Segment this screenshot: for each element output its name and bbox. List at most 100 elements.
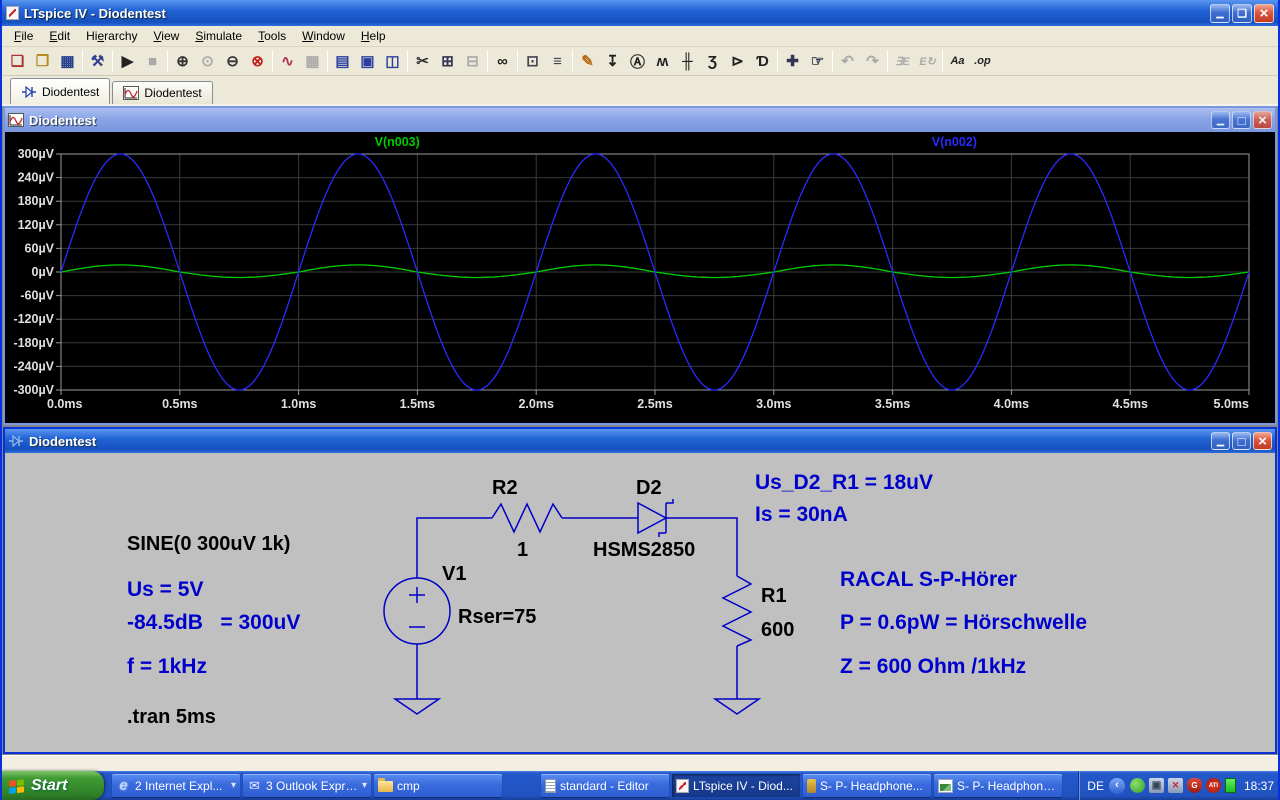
task-ltspice[interactable]: LTspice IV - Diod... — [672, 774, 800, 797]
task-internet-explorer[interactable]: 2 Internet Expl... — [112, 774, 240, 797]
annotation-impedance[interactable]: Z = 600 Ohm /1kHz — [840, 655, 1026, 679]
label-r2-value[interactable]: 1 — [517, 539, 528, 562]
network-disconnected-tray-icon[interactable] — [1168, 778, 1183, 793]
find-icon[interactable]: ∞ — [490, 49, 515, 73]
print-icon[interactable]: ≡ — [545, 49, 570, 73]
v1-voltage-source[interactable] — [384, 578, 450, 644]
annotation-freq[interactable]: f = 1kHz — [127, 655, 207, 679]
r1-resistor[interactable] — [723, 576, 751, 646]
menu-tools[interactable]: Tools — [250, 27, 294, 45]
tab-bar: Diodentest Diodentest — [2, 76, 1278, 106]
waveform-close-button[interactable] — [1253, 111, 1272, 129]
close-button[interactable] — [1254, 4, 1274, 23]
label-r1[interactable]: R1 — [761, 585, 787, 608]
language-indicator[interactable]: DE — [1087, 779, 1104, 793]
control-panel-hammer-icon[interactable]: ⚒ — [85, 49, 110, 73]
menu-view[interactable]: View — [146, 27, 188, 45]
spice-directive-icon[interactable]: .op — [970, 49, 995, 73]
battery-tray-icon[interactable] — [1225, 778, 1236, 793]
network-tray-icon[interactable] — [1149, 778, 1164, 793]
label-sine-params[interactable]: SINE(0 300uV 1k) — [127, 533, 290, 556]
run-simulation-icon[interactable]: ▶ — [115, 49, 140, 73]
save-icon[interactable]: ▦ — [55, 49, 80, 73]
annotation-us[interactable]: Us = 5V — [127, 578, 203, 602]
antivirus-tray-icon[interactable] — [1130, 778, 1145, 793]
place-capacitor-icon[interactable]: ╫ — [675, 49, 700, 73]
zoom-full-extents-icon[interactable]: ⊗ — [245, 49, 270, 73]
print-preview-icon[interactable]: ⊡ — [520, 49, 545, 73]
tab-schematic-diodentest[interactable]: Diodentest — [10, 78, 110, 104]
svg-text:3.0ms: 3.0ms — [756, 397, 791, 411]
place-inductor-icon[interactable]: Ʒ — [700, 49, 725, 73]
net-label-icon[interactable]: Ⓐ — [625, 49, 650, 73]
start-button[interactable]: Start — [0, 771, 104, 800]
task-cmp-folder[interactable]: cmp — [374, 774, 502, 797]
ground-symbol-r1[interactable] — [715, 699, 759, 714]
zoom-in-icon[interactable]: ⊕ — [170, 49, 195, 73]
zoom-back-icon[interactable]: ⊙ — [195, 49, 220, 73]
label-r2[interactable]: R2 — [492, 477, 518, 500]
show-hidden-icons-chevron[interactable] — [1109, 778, 1125, 794]
annotation-db[interactable]: -84.5dB = 300uV — [127, 611, 300, 635]
label-r1-value[interactable]: 600 — [761, 619, 794, 642]
cascade-windows-icon[interactable]: ▣ — [355, 49, 380, 73]
arrange-windows-icon[interactable]: ◫ — [380, 49, 405, 73]
task-headphone-1[interactable]: S- P- Headphone... — [803, 774, 931, 797]
paste-icon[interactable]: ⊟ — [460, 49, 485, 73]
ground-symbol-v1[interactable] — [395, 699, 439, 714]
menu-file[interactable]: File — [6, 27, 41, 45]
task-headphone-2[interactable]: S- P- Headphone... — [934, 774, 1062, 797]
plot-settings-icon[interactable]: ▦ — [300, 49, 325, 73]
copy-icon[interactable]: ⊞ — [435, 49, 460, 73]
halt-simulation-icon[interactable]: ■ — [140, 49, 165, 73]
waveform-maximize-button[interactable] — [1232, 111, 1251, 129]
tab-waveform-diodentest[interactable]: Diodentest — [112, 81, 212, 104]
open-file-icon[interactable]: ❐ — [30, 49, 55, 73]
menu-edit[interactable]: Edit — [41, 27, 78, 45]
menu-hierarchy[interactable]: Hierarchy — [78, 27, 145, 45]
label-d2[interactable]: D2 — [636, 477, 662, 500]
toolbar: ❏❐▦⚒▶■⊕⊙⊖⊗∿▦▤▣◫✂⊞⊟∞⊡≡✎↧Ⓐʍ╫Ʒ⊳Ɗ✚☞↶↷∃EE↻Aa.… — [2, 47, 1278, 76]
rotate-icon[interactable]: E↻ — [915, 49, 940, 73]
label-tran-directive[interactable]: .tran 5ms — [127, 706, 216, 729]
drag-icon[interactable]: ☞ — [805, 49, 830, 73]
redo-icon[interactable]: ↷ — [860, 49, 885, 73]
place-diode-icon[interactable]: ⊳ — [725, 49, 750, 73]
place-resistor-icon[interactable]: ʍ — [650, 49, 675, 73]
schematic-minimize-button[interactable] — [1211, 432, 1230, 450]
annotation-is[interactable]: Is = 30nA — [755, 503, 848, 527]
autorange-plot-icon[interactable]: ∿ — [275, 49, 300, 73]
task-outlook-express[interactable]: 3 Outlook Express — [243, 774, 371, 797]
draw-wire-icon[interactable]: ✎ — [575, 49, 600, 73]
menu-window[interactable]: Window — [294, 27, 353, 45]
waveform-minimize-button[interactable] — [1211, 111, 1230, 129]
menu-simulate[interactable]: Simulate — [187, 27, 250, 45]
label-d2-value[interactable]: HSMS2850 — [593, 539, 695, 562]
schematic-maximize-button[interactable] — [1232, 432, 1251, 450]
r2-resistor[interactable] — [492, 504, 562, 532]
cut-icon[interactable]: ✂ — [410, 49, 435, 73]
annotation-us-d2-r1[interactable]: Us_D2_R1 = 18uV — [755, 471, 933, 495]
minimize-button[interactable] — [1210, 4, 1230, 23]
restore-button[interactable] — [1232, 4, 1252, 23]
waveform-plot[interactable]: 300µV240µV180µV120µV60µV0µV-60µV-120µV-1… — [5, 132, 1275, 423]
gdata-shield-tray-icon[interactable]: G — [1187, 778, 1202, 793]
annotation-power[interactable]: P = 0.6pW = Hörschwelle — [840, 611, 1087, 635]
label-v1[interactable]: V1 — [442, 563, 466, 586]
add-text-icon[interactable]: Aa — [945, 49, 970, 73]
mirror-icon[interactable]: ∃E — [890, 49, 915, 73]
schematic-close-button[interactable] — [1253, 432, 1272, 450]
place-ground-icon[interactable]: ↧ — [600, 49, 625, 73]
ati-tray-icon[interactable]: ATI — [1206, 778, 1221, 793]
zoom-out-icon[interactable]: ⊖ — [220, 49, 245, 73]
annotation-racal[interactable]: RACAL S-P-Hörer — [840, 568, 1017, 592]
tile-windows-icon[interactable]: ▤ — [330, 49, 355, 73]
place-component-icon[interactable]: Ɗ — [750, 49, 775, 73]
new-schematic-icon[interactable]: ❏ — [5, 49, 30, 73]
move-icon[interactable]: ✚ — [780, 49, 805, 73]
undo-icon[interactable]: ↶ — [835, 49, 860, 73]
label-v1-rser[interactable]: Rser=75 — [458, 606, 536, 629]
task-standard-editor[interactable]: standard - Editor — [541, 774, 669, 797]
schematic-canvas[interactable]: R2 1 D2 HSMS2850 V1 Rser=75 R1 600 SINE(0 300uV … — [5, 453, 1275, 752]
menu-help[interactable]: Help — [353, 27, 394, 45]
